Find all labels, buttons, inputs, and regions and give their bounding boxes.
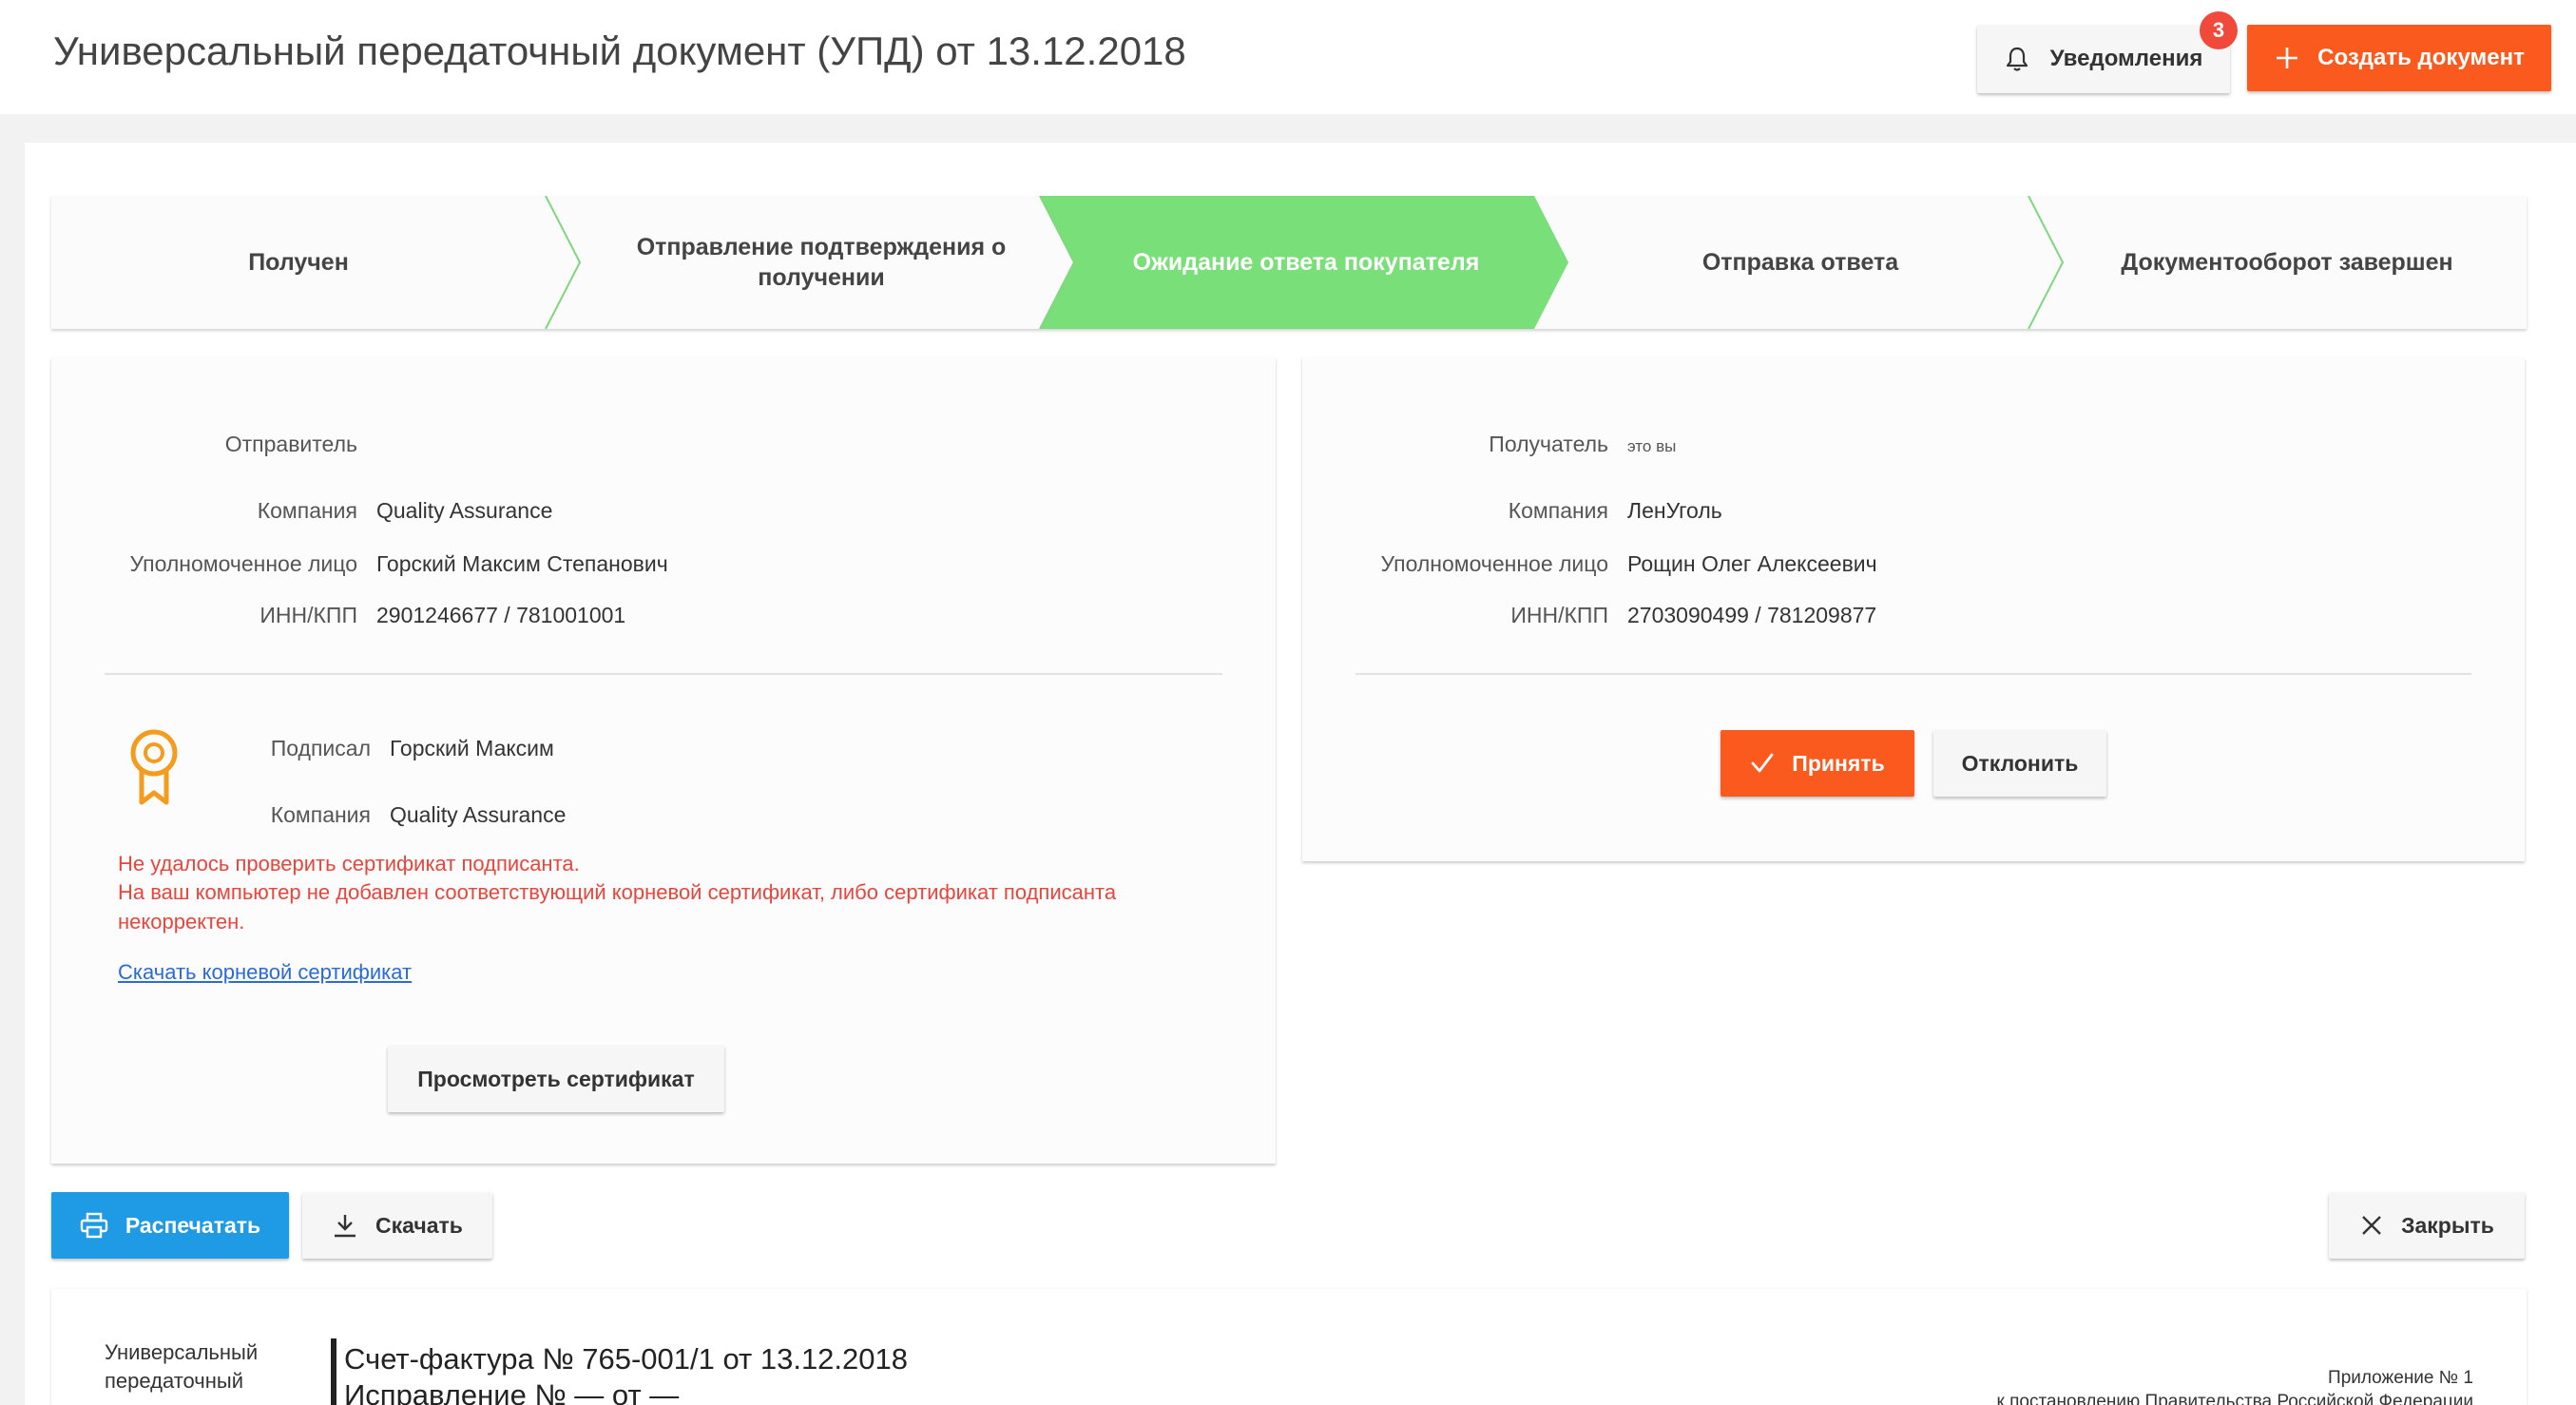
recipient-company: ЛенУголь	[1627, 498, 1722, 523]
recipient-heading-row: Получатель это вы	[1302, 432, 1676, 457]
create-document-button[interactable]: Создать документ	[2247, 25, 2551, 91]
document-title: Счет-фактура № 765-001/1 от 13.12.2018	[344, 1342, 908, 1376]
view-certificate-button[interactable]: Просмотреть сертификат	[388, 1046, 724, 1112]
sender-heading: Отправитель	[224, 432, 357, 456]
step-separator	[545, 196, 582, 329]
step-sending-response: Отправка ответа	[1701, 248, 1899, 276]
sender-person-label: Уполномоченное лицо	[129, 551, 357, 576]
close-button[interactable]: Закрыть	[2329, 1192, 2525, 1259]
header: Универсальный передаточный документ (УПД…	[0, 0, 2576, 114]
download-button[interactable]: Скачать	[302, 1192, 492, 1259]
signer-company-row: Компания Quality Assurance	[51, 802, 567, 828]
download-root-certificate-link[interactable]: Скачать корневой сертификат	[118, 960, 412, 985]
sender-card: Отправитель Компания Quality Assurance У…	[51, 357, 1276, 1164]
create-document-label: Создать документ	[2317, 45, 2525, 70]
sender-company-label: Компания	[257, 498, 357, 523]
notifications-button[interactable]: Уведомления	[1977, 25, 2230, 93]
accept-button[interactable]: Принять	[1721, 730, 1914, 797]
document-type-line1: Универсальный	[105, 1340, 259, 1364]
recipient-person-label: Уполномоченное лицо	[1380, 551, 1608, 576]
recipient-person-row: Уполномоченное лицо Рощин Олег Алексееви…	[1302, 551, 1877, 577]
sender-heading-row: Отправитель	[51, 432, 357, 457]
sender-divider	[105, 673, 1222, 675]
certificate-error-line1: Не удалось проверить сертификат подписан…	[118, 852, 580, 876]
certificate-error: Не удалось проверить сертификат подписан…	[118, 850, 1259, 936]
step-completed: Документооборот завершен	[2121, 248, 2453, 276]
step-sending-confirmation: Отправление подтверждения о получении	[636, 233, 1007, 292]
certificate-error-line2: На ваш компьютер не добавлен соответству…	[118, 880, 1117, 933]
signed-by-row: Подписал Горский Максим	[51, 736, 554, 761]
notifications-count-badge: 3	[2200, 11, 2238, 49]
sender-inn-label: ИНН/КПП	[260, 603, 357, 627]
recipient-person: Рощин Олег Алексеевич	[1627, 551, 1877, 576]
signer-company: Quality Assurance	[390, 802, 567, 827]
signed-by: Горский Максим	[390, 736, 554, 760]
recipient-company-label: Компания	[1508, 498, 1608, 523]
sender-inn: 2901246677 / 781001001	[376, 603, 626, 627]
document-type-line2: передаточный	[105, 1368, 244, 1393]
sender-company: Quality Assurance	[376, 498, 553, 523]
document-type: Универсальный передаточный	[105, 1338, 258, 1395]
plus-icon	[2274, 45, 2300, 71]
document-correction: Исправление № — от —	[344, 1378, 680, 1405]
recipient-inn-row: ИНН/КПП 2703090499 / 781209877	[1302, 603, 1876, 628]
notifications-label: Уведомления	[2049, 46, 2203, 71]
page-title: Универсальный передаточный документ (УПД…	[53, 29, 1186, 73]
recipient-you-note: это вы	[1627, 437, 1677, 455]
download-icon	[332, 1212, 358, 1239]
sender-inn-row: ИНН/КПП 2901246677 / 781001001	[51, 603, 625, 628]
document-appendix-line1: Приложение № 1	[2328, 1368, 2473, 1388]
recipient-divider	[1355, 673, 2471, 675]
recipient-inn: 2703090499 / 781209877	[1627, 603, 1877, 627]
sender-person: Горский Максим Степанович	[376, 551, 668, 576]
step-awaiting-buyer: Ожидание ответа покупателя	[1132, 248, 1480, 276]
printer-icon	[80, 1212, 108, 1239]
reject-button[interactable]: Отклонить	[1933, 730, 2106, 797]
signer-company-label: Компания	[270, 802, 371, 827]
close-label: Закрыть	[2401, 1212, 2494, 1238]
sender-company-row: Компания Quality Assurance	[51, 498, 553, 524]
document-preview: Универсальный передаточный Счет-фактура …	[51, 1289, 2527, 1405]
accept-label: Принять	[1792, 750, 1885, 776]
sender-person-row: Уполномоченное лицо Горский Максим Степа…	[51, 551, 668, 577]
bell-icon	[2005, 46, 2029, 72]
signed-by-label: Подписал	[270, 736, 371, 760]
document-appendix-line2: к постановлению Правительства Российской…	[1996, 1391, 2473, 1405]
recipient-card: Получатель это вы Компания ЛенУголь Упол…	[1302, 357, 2525, 861]
print-label: Распечатать	[125, 1212, 261, 1238]
recipient-inn-label: ИНН/КПП	[1510, 603, 1608, 627]
print-button[interactable]: Распечатать	[51, 1192, 289, 1259]
download-label: Скачать	[375, 1212, 463, 1238]
document-title-bar	[331, 1338, 336, 1405]
recipient-company-row: Компания ЛенУголь	[1302, 498, 1722, 524]
step-received: Получен	[248, 248, 349, 276]
recipient-heading: Получатель	[1489, 432, 1608, 456]
status-stepper: Получен Отправление подтверждения о полу…	[51, 196, 2527, 329]
close-icon	[2359, 1213, 2384, 1238]
check-icon	[1750, 752, 1775, 775]
document-appendix: Приложение № 1 к постановлению Правитель…	[1997, 1367, 2473, 1405]
